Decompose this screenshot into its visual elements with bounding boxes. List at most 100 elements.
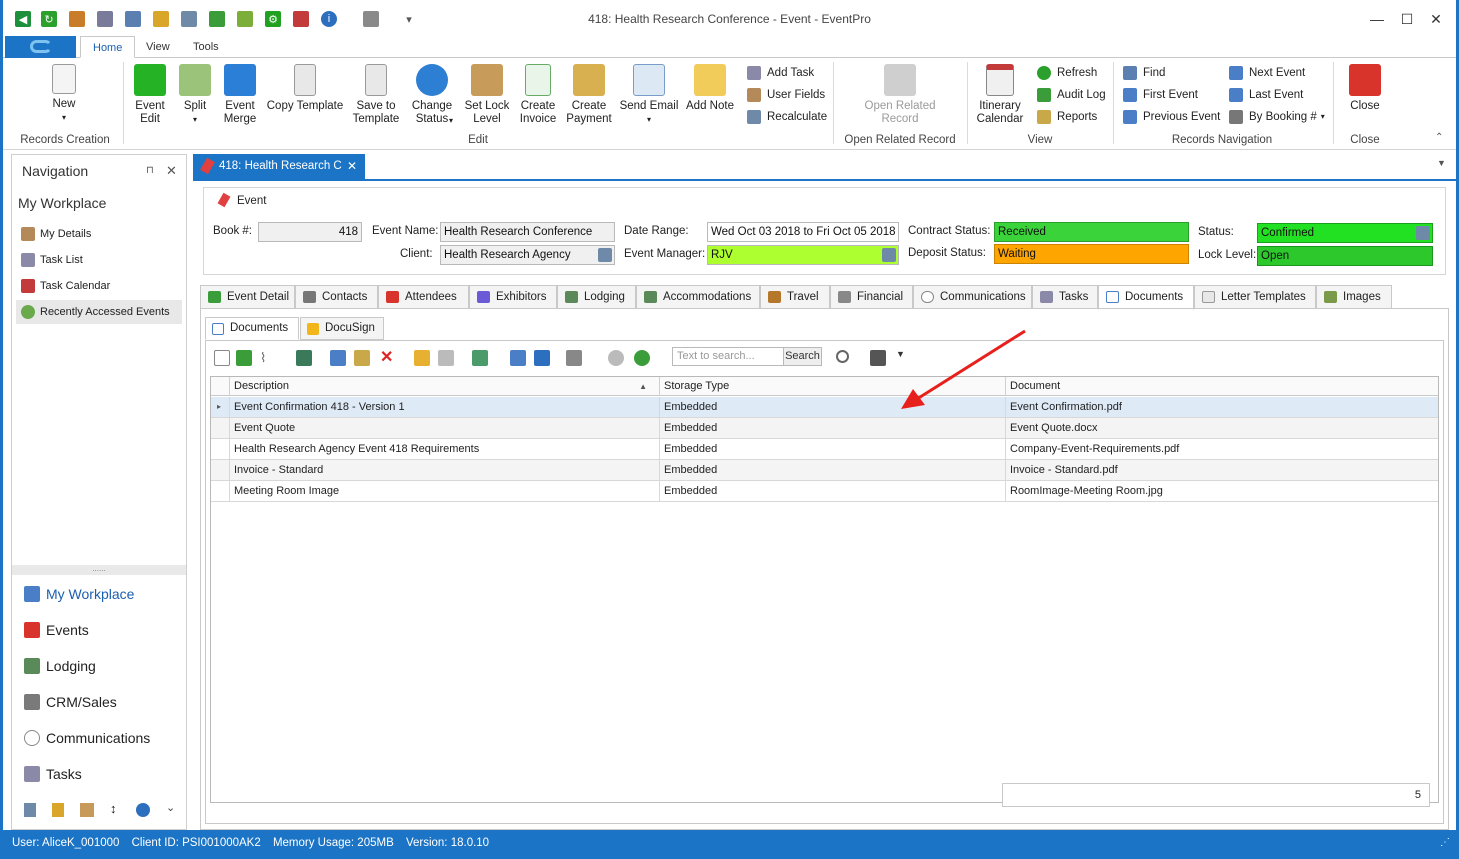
- open-related-record-button[interactable]: Open Related Record: [853, 64, 947, 126]
- calculator-icon[interactable]: [24, 803, 36, 817]
- columns-icon[interactable]: [472, 350, 488, 366]
- tab-lodging[interactable]: Lodging: [557, 285, 636, 309]
- split-button[interactable]: Split ▾: [175, 64, 215, 126]
- deposit-status-field[interactable]: Waiting: [994, 244, 1189, 264]
- tab-contacts[interactable]: Contacts: [295, 285, 378, 309]
- save-icon[interactable]: [296, 350, 312, 366]
- tab-images[interactable]: Images: [1316, 285, 1392, 309]
- document-tab[interactable]: 418: Health Research C ✕: [193, 154, 365, 179]
- folder-icon[interactable]: [414, 350, 430, 366]
- nav-item-my-details[interactable]: My Details: [16, 222, 182, 246]
- tab-attendees[interactable]: Attendees: [378, 285, 469, 309]
- new-icon[interactable]: [214, 350, 230, 366]
- contract-status-field[interactable]: Received: [994, 222, 1189, 242]
- event-edit-button[interactable]: Event Edit: [127, 64, 173, 126]
- close-pane-icon[interactable]: ✕: [166, 163, 177, 179]
- pane-splitter[interactable]: ......: [12, 565, 186, 575]
- collapse-ribbon-icon[interactable]: ⌃: [1435, 132, 1443, 143]
- attachment-icon[interactable]: ⌇: [260, 350, 276, 366]
- minimize-button[interactable]: —: [1367, 10, 1387, 28]
- new-button[interactable]: New ▾: [39, 64, 89, 124]
- add-note-button[interactable]: Add Note: [683, 64, 737, 113]
- tab-event-detail[interactable]: Event Detail: [200, 285, 295, 309]
- nav-big-tasks[interactable]: Tasks: [16, 759, 182, 789]
- file-menu-button[interactable]: [5, 36, 76, 58]
- close-tab-icon[interactable]: ✕: [347, 154, 357, 179]
- refresh-button[interactable]: Refresh: [1037, 64, 1097, 82]
- event-name-field[interactable]: Health Research Conference: [440, 222, 615, 242]
- nav-big-events[interactable]: Events: [16, 615, 182, 645]
- find-button[interactable]: Find: [1123, 64, 1165, 82]
- add-icon[interactable]: [236, 350, 252, 366]
- subtab-documents[interactable]: Documents: [205, 317, 299, 340]
- tab-communications[interactable]: Communications: [913, 285, 1032, 309]
- maximize-button[interactable]: ☐: [1397, 10, 1417, 28]
- search-input[interactable]: Text to search... Search: [672, 347, 822, 366]
- create-payment-button[interactable]: Create Payment: [563, 64, 615, 126]
- client-field[interactable]: Health Research Agency: [440, 245, 615, 265]
- nav-big-lodging[interactable]: Lodging: [16, 651, 182, 681]
- copy-template-button[interactable]: Copy Template: [265, 64, 345, 113]
- print-icon[interactable]: [438, 350, 454, 366]
- lookup-icon[interactable]: [882, 248, 896, 262]
- nav-big-crm-sales[interactable]: CRM/Sales: [16, 687, 182, 717]
- event-manager-field[interactable]: RJV: [707, 245, 899, 265]
- tab-tools[interactable]: Tools: [181, 36, 231, 58]
- date-range-field[interactable]: Wed Oct 03 2018 to Fri Oct 05 2018: [707, 222, 899, 242]
- send-email-button[interactable]: Send Email ▾: [619, 64, 679, 126]
- lookup-icon[interactable]: [1416, 226, 1430, 240]
- close-window-button[interactable]: ✕: [1426, 10, 1446, 28]
- next-event-button[interactable]: Next Event: [1229, 64, 1305, 82]
- nav-big-my-workplace[interactable]: My Workplace: [16, 579, 182, 609]
- subtab-docusign[interactable]: DocuSign: [300, 317, 384, 340]
- scan-icon[interactable]: [534, 350, 550, 366]
- sort-icon[interactable]: ↕: [110, 801, 117, 816]
- first-event-button[interactable]: First Event: [1123, 86, 1198, 104]
- column-document[interactable]: Document: [1005, 377, 1438, 396]
- copy-icon[interactable]: [330, 350, 346, 366]
- paste-icon[interactable]: [354, 350, 370, 366]
- change-status-button[interactable]: Change Status ▾: [407, 64, 457, 127]
- table-row[interactable]: Event Quote Embedded Event Quote.docx: [211, 418, 1438, 439]
- layout-icon[interactable]: [870, 350, 886, 366]
- up-icon[interactable]: [608, 350, 624, 366]
- nav-item-task-list[interactable]: Task List: [16, 248, 182, 272]
- book-number-field[interactable]: 418: [258, 222, 362, 242]
- reports-button[interactable]: Reports: [1037, 108, 1097, 126]
- nav-big-communications[interactable]: Communications: [16, 723, 182, 753]
- tab-exhibitors[interactable]: Exhibitors: [469, 285, 557, 309]
- nav-item-task-calendar[interactable]: Task Calendar: [16, 274, 182, 298]
- by-booking-button[interactable]: By Booking # ▾: [1229, 108, 1325, 126]
- transfer-icon[interactable]: [80, 803, 94, 817]
- set-lock-level-button[interactable]: Set Lock Level: [461, 64, 513, 126]
- tab-financial[interactable]: Financial: [830, 285, 913, 309]
- create-invoice-button[interactable]: Create Invoice: [515, 64, 561, 126]
- tab-documents[interactable]: Documents: [1098, 285, 1194, 310]
- notes-icon[interactable]: [52, 803, 64, 817]
- previous-event-button[interactable]: Previous Event: [1123, 108, 1220, 126]
- tab-view[interactable]: View: [134, 36, 182, 58]
- lookup-icon[interactable]: [598, 248, 612, 262]
- globe-icon[interactable]: [136, 803, 150, 817]
- export-icon[interactable]: [510, 350, 526, 366]
- magnifier-icon[interactable]: [836, 350, 849, 363]
- tab-home[interactable]: Home: [80, 36, 136, 58]
- lock-level-field[interactable]: Open: [1257, 246, 1433, 266]
- table-row[interactable]: Meeting Room Image Embedded RoomImage-Meet…: [211, 481, 1438, 502]
- delete-icon[interactable]: ✕: [380, 350, 396, 366]
- search-button[interactable]: Search: [783, 348, 821, 365]
- table-row[interactable]: Invoice - Standard Embedded Invoice - Stan…: [211, 460, 1438, 481]
- chevron-down-icon[interactable]: ⌄: [166, 801, 175, 814]
- tab-letter-templates[interactable]: Letter Templates: [1194, 285, 1316, 309]
- filter-icon[interactable]: [566, 350, 582, 366]
- down-icon[interactable]: [634, 350, 650, 366]
- pin-icon[interactable]: ⊓: [146, 165, 154, 176]
- nav-item-recently-accessed[interactable]: Recently Accessed Events: [16, 300, 182, 324]
- recalculate-button[interactable]: Recalculate: [747, 108, 827, 126]
- itinerary-calendar-button[interactable]: Itinerary Calendar: [973, 64, 1027, 126]
- close-button[interactable]: Close: [1345, 64, 1385, 113]
- tab-travel[interactable]: Travel: [760, 285, 830, 309]
- status-field[interactable]: Confirmed: [1257, 223, 1433, 243]
- add-task-button[interactable]: Add Task: [747, 64, 814, 82]
- save-to-template-button[interactable]: Save to Template: [349, 64, 403, 126]
